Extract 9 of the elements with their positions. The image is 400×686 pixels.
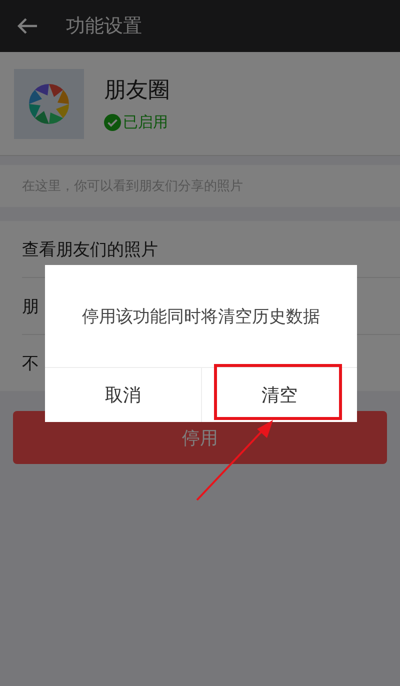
settings-item[interactable]: 朋 [22,294,39,318]
dialog-message: 停用该功能同时将清空历史数据 [82,306,320,328]
page-title: 功能设置 [66,14,142,39]
back-arrow-icon[interactable] [16,17,38,35]
settings-item[interactable]: 查看朋友们的照片 [22,238,158,260]
feature-name: 朋友圈 [104,77,170,105]
app-logo-icon [14,68,84,138]
settings-item[interactable]: 不 [22,352,39,374]
feature-status: 已启用 [123,113,168,132]
